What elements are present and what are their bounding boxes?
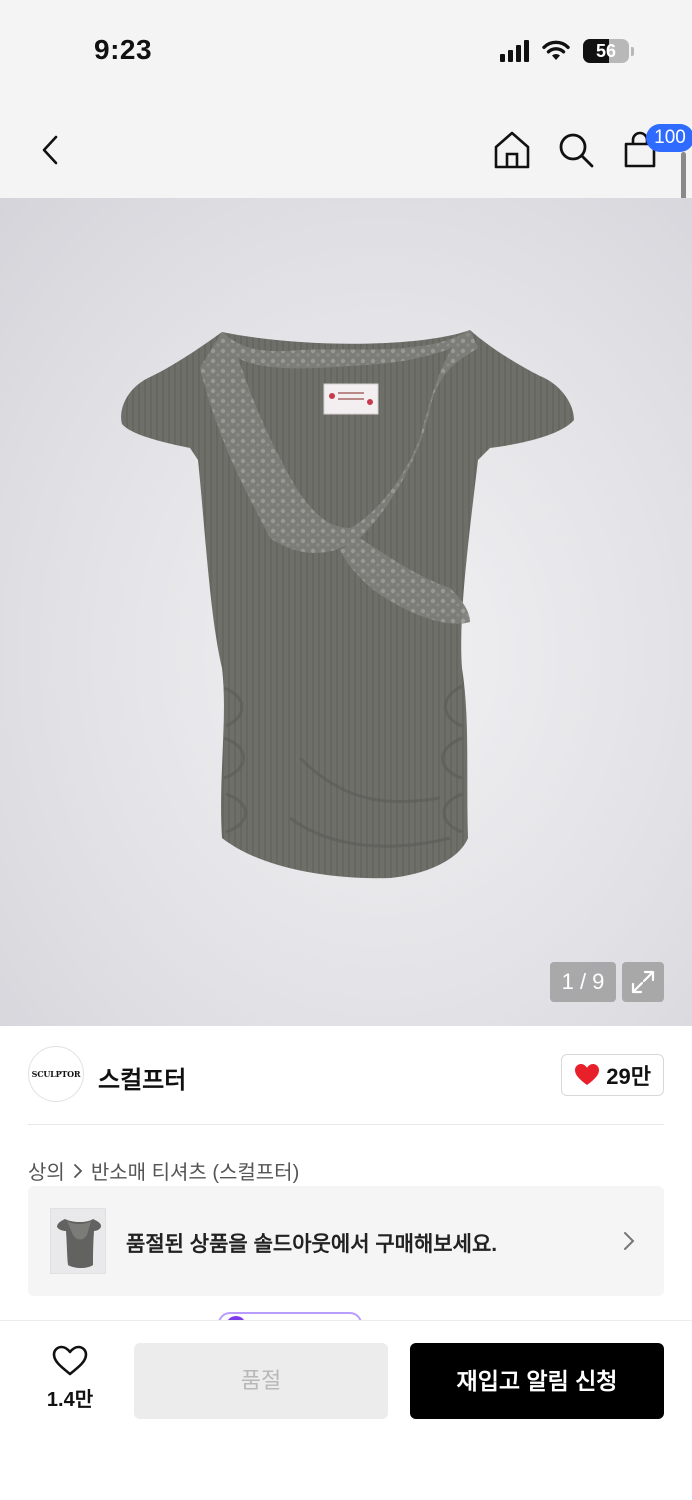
soldout-banner-text: 품절된 상품을 솔드아웃에서 구매해보세요. [126,1233,498,1256]
brand-like-count: 29만 [606,1064,651,1089]
home-icon [494,131,530,169]
bottom-action-bar: 1.4만 품절 재입고 알림 신청 [0,1320,692,1500]
wifi-icon [542,40,570,60]
expand-icon [631,970,655,994]
product-image [121,330,574,879]
breadcrumb: 상의 반소매 티셔츠 (스컬프터) [28,1156,299,1185]
cellular-signal-icon [500,40,529,62]
brand-logo[interactable]: SCULPTOR [28,1046,84,1102]
brand-name[interactable]: 스컬프터 [98,1060,186,1095]
brand-row[interactable]: SCULPTOR 스컬프터 29만 [0,1026,692,1126]
soldout-thumbnail [50,1208,106,1274]
cart-count-badge: 100 [646,124,692,152]
chevron-left-icon [42,135,58,165]
wishlist-button[interactable]: 1.4만 [28,1345,112,1419]
brand-like-button[interactable]: 29만 [561,1054,664,1096]
heart-outline-icon [52,1345,88,1376]
search-button[interactable] [554,126,598,174]
product-image-gallery[interactable]: 1 / 9 [0,198,692,1026]
status-indicators: 56 [500,38,634,64]
soldout-market-banner[interactable]: 품절된 상품을 솔드아웃에서 구매해보세요. [28,1186,664,1296]
image-counter: 1 / 9 [550,962,616,1002]
back-button[interactable] [28,126,72,174]
heart-filled-icon [575,1064,600,1085]
chevron-right-icon [73,1163,83,1178]
cart-button[interactable]: 100 [618,124,692,174]
battery-cap [631,46,634,56]
breadcrumb-category[interactable]: 상의 [28,1156,65,1185]
battery-icon: 56 [583,39,629,63]
brand-logo-text: SCULPTOR [31,1069,81,1079]
status-bar: 9:23 56 [0,0,692,100]
status-time: 9:23 [94,34,153,65]
breadcrumb-subcategory[interactable]: 반소매 티셔츠 (스컬프터) [91,1156,299,1185]
home-button[interactable] [490,126,534,174]
battery-level: 56 [595,41,617,61]
wishlist-count: 1.4만 [46,1389,94,1411]
top-nav-bar: 100 [0,100,692,198]
search-icon [559,133,594,168]
soldout-button: 품절 [134,1343,388,1419]
restock-alert-button[interactable]: 재입고 알림 신청 [410,1343,664,1419]
divider [28,1124,664,1125]
expand-image-button[interactable] [622,962,664,1002]
chevron-right-icon [624,1232,635,1250]
